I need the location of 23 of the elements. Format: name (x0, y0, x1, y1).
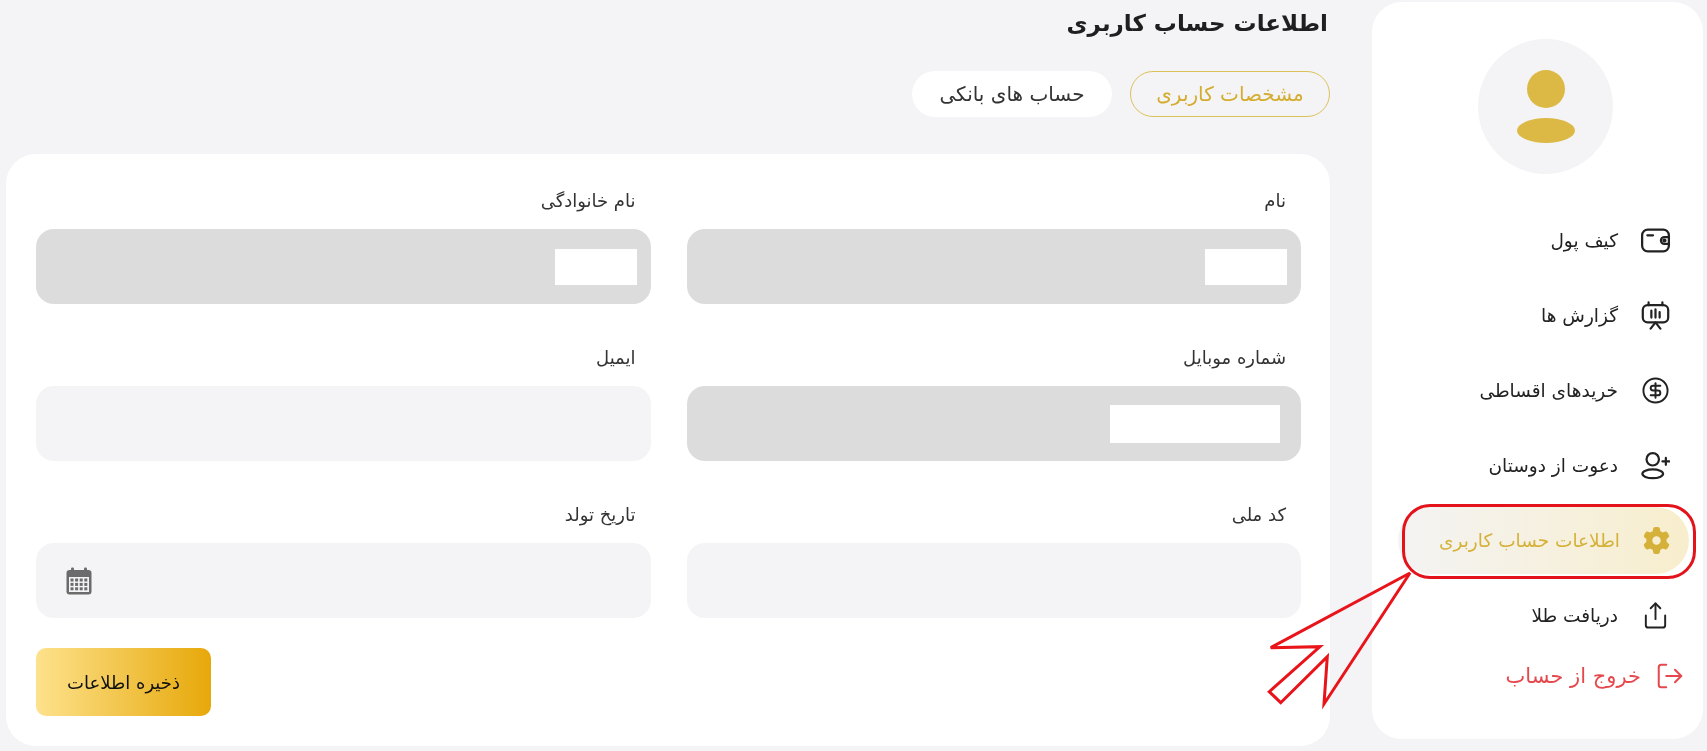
tab[interactable]: حساب های بانکی (912, 71, 1112, 117)
page-title: اطلاعات حساب کاربری (1066, 9, 1328, 39)
field-label: کد ملی (1231, 503, 1286, 527)
menu-item[interactable]: دریافت طلا (1398, 582, 1689, 649)
add-user-icon (1641, 451, 1670, 480)
user-icon (1516, 70, 1575, 143)
menu-item[interactable]: کیف پول (1398, 207, 1689, 274)
logout-link[interactable]: خروج از حساب (1398, 657, 1689, 694)
field-label: نام خانوادگی (540, 189, 636, 213)
menu-item[interactable]: گزارش ها (1398, 282, 1689, 349)
chart-board-icon (1641, 301, 1670, 330)
field-label: تاریخ تولد (564, 503, 636, 527)
field-label: شماره موبایل (1183, 346, 1286, 370)
field-label: نام (1264, 189, 1286, 213)
menu-item[interactable]: خریدهای اقساطی (1398, 357, 1689, 424)
wallet-icon (1641, 226, 1670, 255)
menu-item[interactable]: دعوت از دوستان (1398, 432, 1689, 499)
date-field[interactable] (36, 543, 651, 618)
field-label: ایمیل (596, 346, 636, 370)
calendar-icon (66, 566, 92, 595)
save-button[interactable]: ذخیره اطلاعات (36, 648, 211, 716)
dollar-icon (1641, 376, 1670, 405)
gear-icon (1643, 527, 1670, 554)
